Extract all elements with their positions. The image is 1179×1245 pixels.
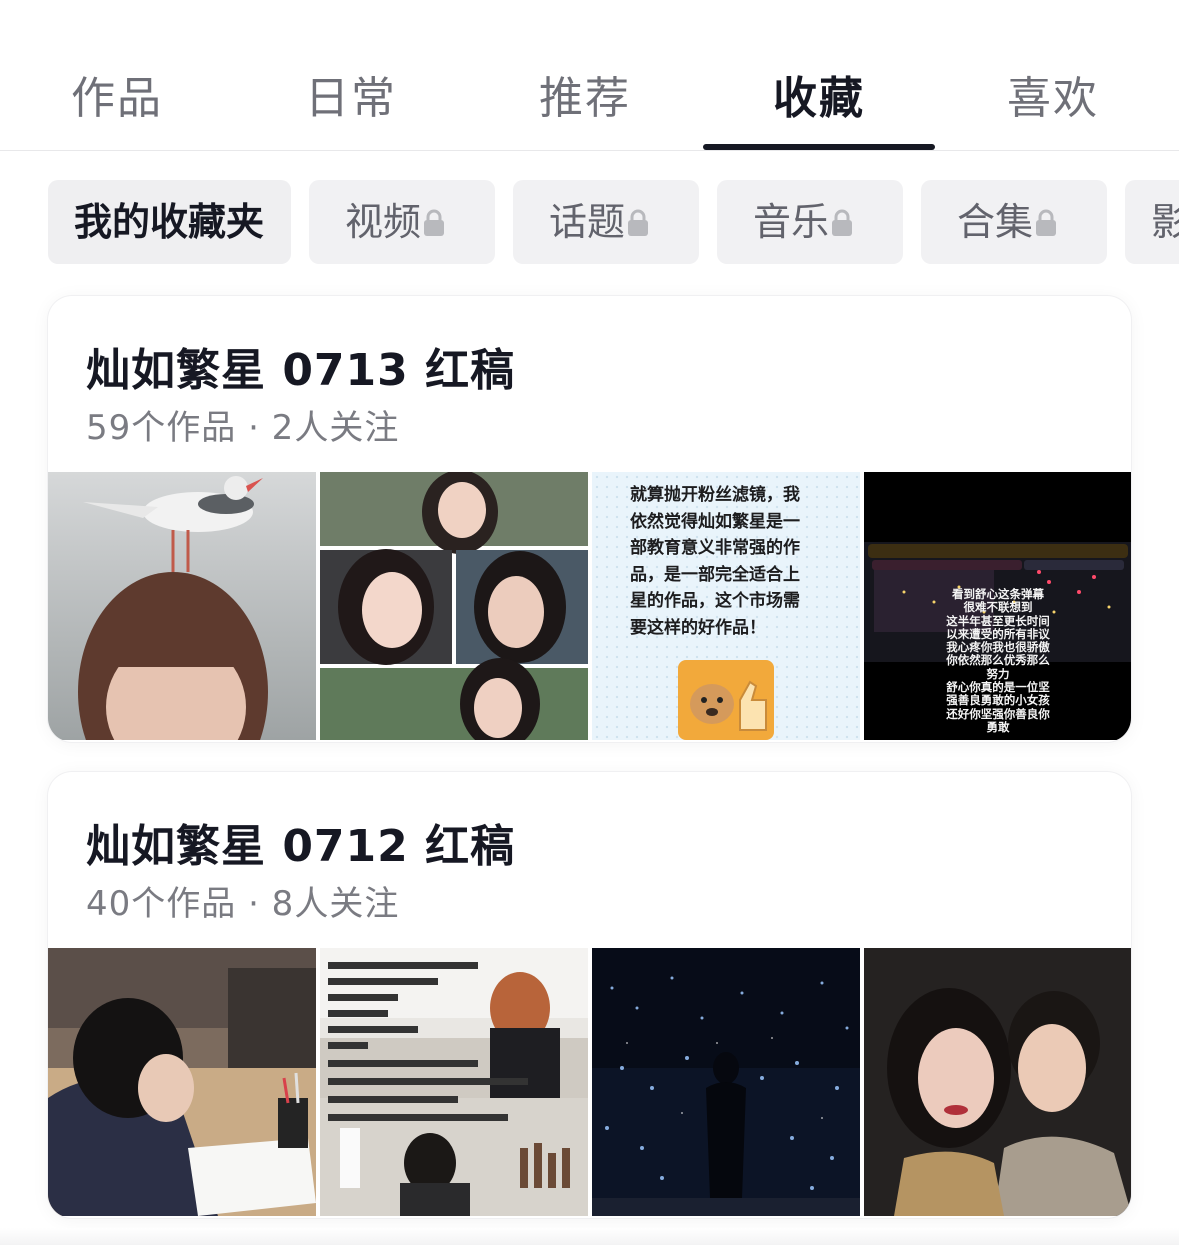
lock-icon	[628, 209, 649, 236]
review-line: 就算抛开粉丝滤镜，我	[630, 485, 800, 505]
chip-label: 合集	[957, 200, 1034, 244]
tab-daily[interactable]: 日常	[234, 62, 468, 126]
chip-collections[interactable]: 合集	[921, 180, 1107, 264]
chip-label: 视频	[345, 200, 422, 244]
tab-recommend[interactable]: 推荐	[468, 62, 702, 126]
comment-line: 强善良勇敢的小女孩	[946, 693, 1050, 708]
bottom-fade	[0, 1228, 1179, 1245]
thumbnail-text-review[interactable]: 就算抛开粉丝滤镜，我 依然觉得灿如繁星是一 部教育意义非常强的作 品，是一部完全…	[592, 472, 860, 740]
thumbnail-seagull-photo[interactable]	[48, 472, 316, 740]
chip-label: 我的收藏夹	[74, 200, 265, 244]
comment-line: 很难不联想到	[963, 600, 1033, 615]
review-text: 就算抛开粉丝滤镜，我 依然觉得灿如繁星是一 部教育意义非常强的作 品，是一部完全…	[630, 482, 860, 641]
collection-meta: 59个作品 · 2人关注	[86, 408, 400, 448]
comment-line: 你依然那么优秀那么	[946, 653, 1050, 668]
thumbs-up-dog-sticker	[678, 660, 774, 740]
review-line: 品，是一部完全适合上	[630, 564, 800, 585]
tab-favorites[interactable]: 收藏	[702, 62, 936, 126]
tab-works[interactable]: 作品	[0, 62, 234, 126]
comment-overlay-text: 看到舒心这条弹幕 很难不联想到 这半年甚至更长时间 以来遭受的所有非议 我心疼你…	[864, 587, 1131, 734]
comment-line: 我心疼你我也很骄傲	[946, 640, 1050, 655]
collection-thumbnails: 就算抛开粉丝滤镜，我 依然觉得灿如繁星是一 部教育意义非常强的作 品，是一部完全…	[48, 472, 1131, 740]
comment-line: 这半年甚至更长时间	[946, 613, 1050, 628]
thumbnail-night-city-silhouette[interactable]	[592, 948, 860, 1216]
thumbnail-drama-collage[interactable]	[320, 472, 588, 740]
comment-line: 舒心你真的是一位坚	[946, 680, 1050, 695]
lock-icon	[832, 209, 853, 236]
lock-icon	[424, 209, 445, 236]
collection-card[interactable]: 灿如繁星 0713 红稿 59个作品 · 2人关注 就算抛开粉丝滤镜，我 依然觉…	[48, 296, 1131, 742]
chip-label: 话题	[549, 200, 626, 244]
profile-tab-bar: 作品 日常 推荐 收藏 喜欢	[0, 0, 1179, 151]
comment-line: 还好你坚强你善良你	[946, 706, 1050, 721]
review-line: 星的作品，这个市场需	[630, 591, 800, 611]
comment-line: 努力	[986, 666, 1010, 681]
collection-meta: 40个作品 · 8人关注	[86, 884, 400, 924]
review-line: 依然觉得灿如繁星是一	[630, 511, 800, 532]
chip-topics[interactable]: 话题	[513, 180, 699, 264]
chip-my-folders[interactable]: 我的收藏夹	[48, 180, 291, 264]
comment-line: 以来遭受的所有非议	[946, 626, 1050, 641]
comment-line: 勇敢	[986, 719, 1010, 734]
chip-label: 影	[1151, 200, 1179, 244]
chip-films[interactable]: 影	[1125, 180, 1179, 264]
collection-title: 灿如繁星 0713 红稿	[86, 345, 516, 396]
collection-title: 灿如繁星 0712 红稿	[86, 821, 516, 872]
collection-thumbnails	[48, 948, 1131, 1216]
review-line: 部教育意义非常强的作	[630, 538, 800, 558]
chip-label: 音乐	[753, 200, 830, 244]
collection-card[interactable]: 灿如繁星 0712 红稿 40个作品 · 8人关注	[48, 772, 1131, 1218]
review-line: 要这样的好作品！	[630, 617, 766, 638]
thumbnail-kitchen-story[interactable]	[320, 948, 588, 1216]
thumbnail-night-city-comments[interactable]: 看到舒心这条弹幕 很难不联想到 这半年甚至更长时间 以来遭受的所有非议 我心疼你…	[864, 472, 1131, 740]
comment-line: 看到舒心这条弹幕	[952, 587, 1044, 601]
active-tab-indicator	[703, 144, 935, 150]
thumbnail-couple-selfie[interactable]	[864, 948, 1131, 1216]
chip-music[interactable]: 音乐	[717, 180, 903, 264]
chip-videos[interactable]: 视频	[309, 180, 495, 264]
thumbnail-girl-writing[interactable]	[48, 948, 316, 1216]
favorites-filter-chips: 我的收藏夹 视频 话题 音乐 合集 影	[48, 180, 1179, 264]
tab-likes[interactable]: 喜欢	[936, 62, 1170, 126]
lock-icon	[1036, 209, 1057, 236]
